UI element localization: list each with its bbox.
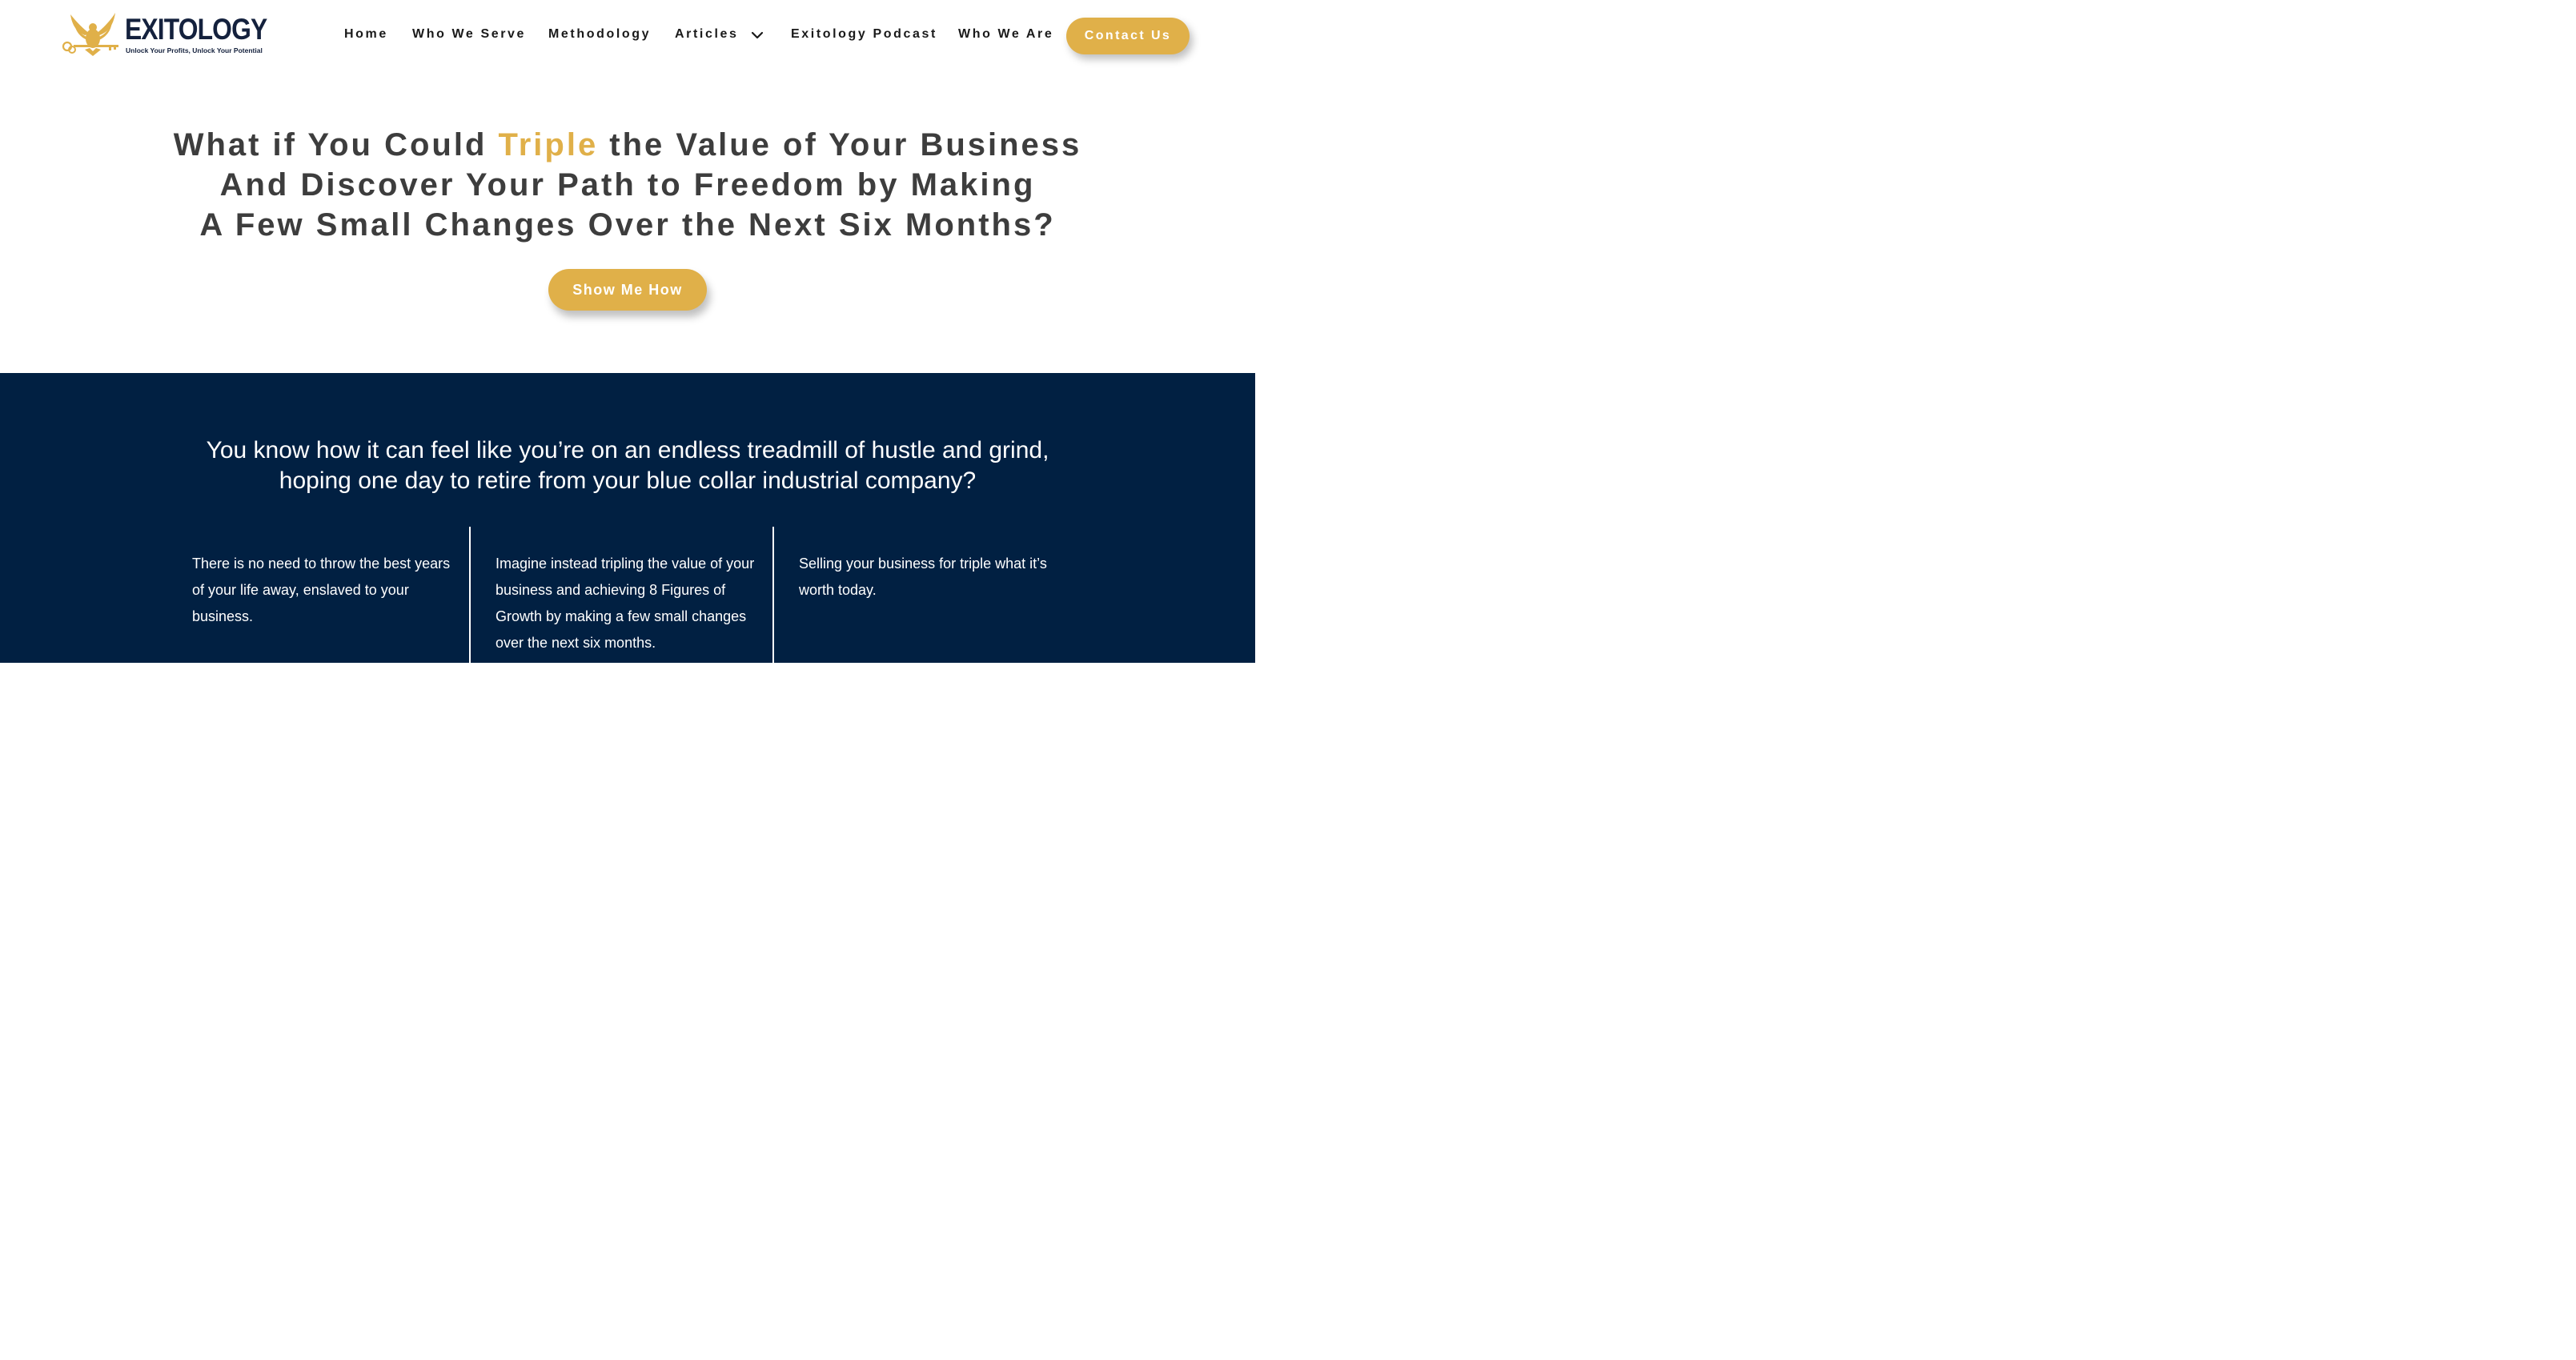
column-divider (469, 527, 471, 663)
nav-who-we-are[interactable]: Who We Are (958, 27, 1053, 42)
hero-highlight: Triple (498, 127, 599, 162)
nav-articles[interactable]: Articles (675, 27, 739, 42)
main-nav: Home Who We Serve Methodology Articles E… (0, 0, 1255, 70)
site-header: EXITOLOGY Unlock Your Profits, Unlock Yo… (0, 0, 1255, 70)
intro-line-2: hoping one day to retire from your blue … (279, 467, 977, 494)
column-text-3: Selling your business for triple what it… (799, 556, 1047, 598)
hero-line-1-pre: What if You Could (173, 127, 499, 162)
column-divider (772, 527, 774, 663)
hero-line-3: A Few Small Changes Over the Next Six Mo… (199, 207, 1056, 243)
hero-line-1: What if You Could Triple the Value of Yo… (0, 125, 1255, 165)
problem-section: You know how it can feel like you’re on … (0, 373, 1255, 663)
hero-line-1-post: the Value of Your Business (598, 127, 1082, 162)
nav-exitology-podcast[interactable]: Exitology Podcast (791, 27, 937, 42)
hero-headline: What if You Could Triple the Value of Yo… (0, 125, 1255, 245)
contact-us-button[interactable]: Contact Us (1066, 18, 1190, 54)
intro-line-1: You know how it can feel like you’re on … (206, 437, 1049, 463)
chevron-down-icon[interactable] (751, 30, 764, 40)
show-me-how-button[interactable]: Show Me How (548, 269, 707, 311)
column-text-2: Imagine instead tripling the value of yo… (496, 556, 755, 651)
nav-home[interactable]: Home (344, 27, 388, 42)
nav-methodology[interactable]: Methodology (548, 27, 651, 42)
column-text-1: There is no need to throw the best years… (192, 556, 451, 624)
section-intro: You know how it can feel like you’re on … (0, 435, 1255, 496)
hero-line-2: And Discover Your Path to Freedom by Mak… (219, 167, 1036, 203)
nav-who-we-serve[interactable]: Who We Serve (412, 27, 526, 42)
